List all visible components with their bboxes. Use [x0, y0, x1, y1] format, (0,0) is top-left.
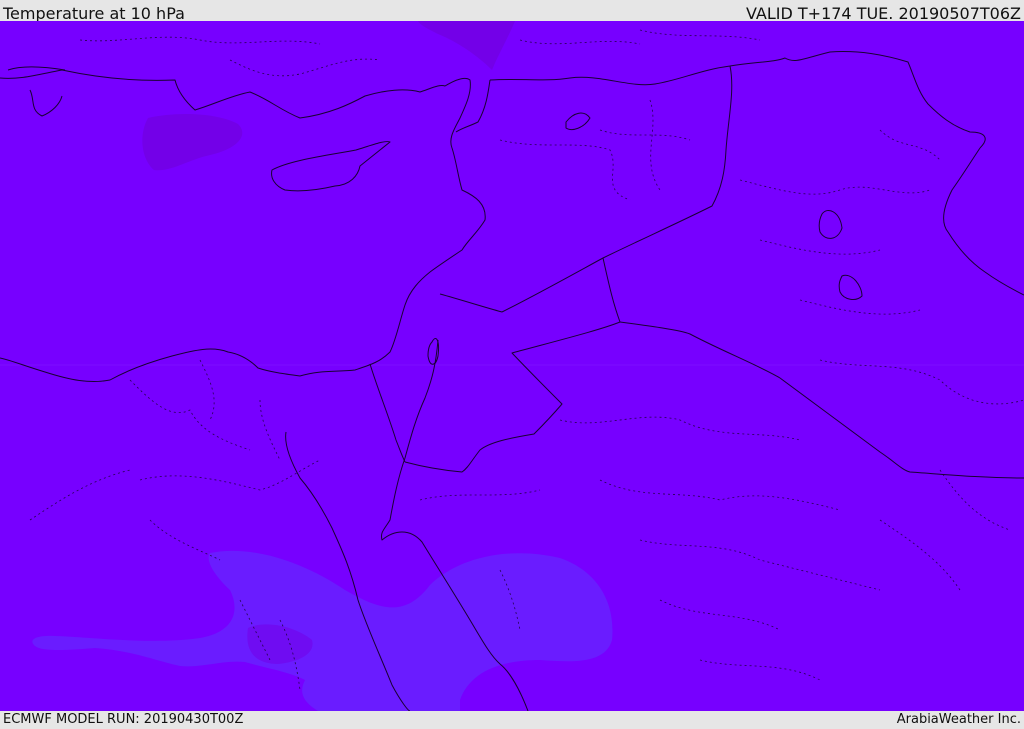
weather-map	[0, 21, 1024, 711]
footer-bar: ECMWF MODEL RUN: 20190430T00Z ArabiaWeat…	[0, 711, 1024, 729]
credit: ArabiaWeather Inc.	[896, 712, 1021, 727]
model-run: ECMWF MODEL RUN: 20190430T00Z	[3, 712, 244, 727]
header-bar: Temperature at 10 hPa VALID T+174 TUE. 2…	[0, 0, 1024, 23]
map-page: Temperature at 10 hPa VALID T+174 TUE. 2…	[0, 0, 1024, 729]
